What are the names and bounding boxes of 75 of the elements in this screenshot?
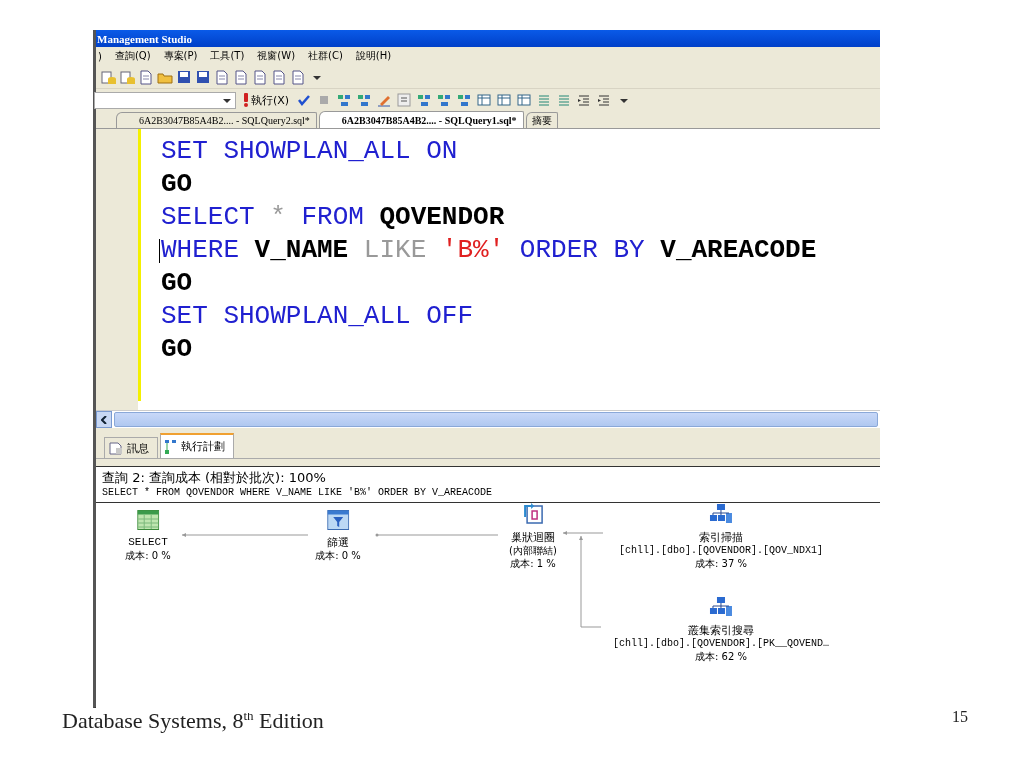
code-token: V_NAME xyxy=(254,234,349,267)
chevron-left-icon xyxy=(101,415,107,424)
save-icon[interactable] xyxy=(176,68,192,85)
code-token: WHERE xyxy=(161,234,239,267)
query-statement: SELECT * FROM QOVENDOR WHERE V_NAME LIKE 'B%' ORDER BY V_AREACODE xyxy=(96,486,880,503)
document-icon[interactable] xyxy=(138,68,154,85)
operator-cost: 成本: 0 % xyxy=(125,549,171,562)
window-title: Management Studio xyxy=(96,30,880,47)
menu-item[interactable]: 說明(H) xyxy=(355,49,392,63)
object-name: [chll].[dbo].[QOVENDOR].[QOV_NDX1] xyxy=(619,544,823,557)
document-icon[interactable] xyxy=(214,68,230,85)
code-token: V_AREACODE xyxy=(660,234,817,267)
execute-button[interactable]: 執行(X) xyxy=(240,92,293,108)
operator-cost: 成本: 0 % xyxy=(315,549,361,562)
code-token: SELECT xyxy=(161,201,255,234)
filter-icon xyxy=(327,510,349,530)
operator-label: SELECT xyxy=(128,536,168,549)
result-tab[interactable]: 訊息 xyxy=(104,437,158,458)
operator-label: 篩選 xyxy=(327,536,349,549)
document-icon[interactable] xyxy=(233,68,249,85)
code-token: LIKE xyxy=(363,234,427,267)
menu-item[interactable]: ) xyxy=(98,50,102,62)
menu-item[interactable]: 專案(P) xyxy=(163,49,198,63)
document-icon[interactable] xyxy=(271,68,287,85)
code-token: ORDER BY xyxy=(519,234,645,267)
loop-icon xyxy=(522,503,544,525)
scroll-left-button[interactable] xyxy=(96,411,112,428)
table-icon[interactable] xyxy=(516,92,533,108)
hierarchy-icon xyxy=(709,503,733,525)
database-icon[interactable] xyxy=(100,68,116,85)
menu-item[interactable]: 查詢(Q) xyxy=(114,49,151,63)
operator-detail: (內部聯結) xyxy=(509,544,557,557)
grid-icon[interactable] xyxy=(456,92,473,108)
database-icon[interactable] xyxy=(119,68,135,85)
grid-icon[interactable] xyxy=(416,92,433,108)
text-icon[interactable] xyxy=(396,92,413,108)
menu-item[interactable]: 社群(C) xyxy=(308,49,343,63)
menu-item[interactable]: 工具(T) xyxy=(210,49,245,63)
page-number: 15 xyxy=(952,708,968,727)
grid-icon[interactable] xyxy=(436,92,453,108)
code-token: 'B%' xyxy=(441,234,505,267)
document-tab[interactable]: 6A2B3047B85A4B2.... - SQLQuery1.sql* xyxy=(318,111,524,128)
query-cost-header: 查詢 2: 查詢成本 (相對於批次): 100% xyxy=(101,469,327,486)
operator-label: 叢集索引搜尋 xyxy=(688,624,754,637)
save-icon[interactable] xyxy=(195,68,211,85)
scrollbar-thumb[interactable] xyxy=(114,412,878,427)
code-token: SET SHOWPLAN_ALL OFF xyxy=(161,300,474,333)
code-token: SET SHOWPLAN_ALL ON xyxy=(161,135,458,168)
operator-label: 巢狀迴圈 xyxy=(511,531,555,544)
code-token: FROM xyxy=(301,201,364,234)
message-icon xyxy=(109,441,123,455)
exclamation-icon xyxy=(243,93,249,107)
code-token: GO xyxy=(161,168,193,201)
table-icon[interactable] xyxy=(496,92,513,108)
operator-cost: 成本: 1 % xyxy=(510,557,556,570)
document-tab[interactable]: 6A2B3047B85A4B2.... - SQLQuery2.sql* xyxy=(116,112,317,128)
table-icon[interactable] xyxy=(476,92,493,108)
document-icon[interactable] xyxy=(252,68,268,85)
operator-cost: 成本: 37 % xyxy=(695,557,747,570)
object-name: [chll].[dbo].[QOVENDOR].[PK__QOVEND… xyxy=(613,637,829,650)
plan-icon xyxy=(165,439,177,454)
table-icon xyxy=(137,510,159,530)
code-token: GO xyxy=(161,267,193,300)
grid-icon[interactable] xyxy=(356,92,373,108)
operator-cost: 成本: 62 % xyxy=(695,650,747,663)
code-token: QOVENDOR xyxy=(379,201,505,234)
code-token: GO xyxy=(161,333,193,366)
result-tab[interactable]: 執行計劃 xyxy=(160,433,234,458)
menu-item[interactable]: 視窗(W) xyxy=(257,49,296,63)
code-token: * xyxy=(270,201,286,234)
hierarchy-icon xyxy=(709,596,733,618)
document-tab[interactable]: 摘要 xyxy=(525,112,558,128)
operator-label: 索引掃描 xyxy=(699,531,743,544)
grid-icon[interactable] xyxy=(336,92,353,108)
text-cursor xyxy=(159,238,160,263)
